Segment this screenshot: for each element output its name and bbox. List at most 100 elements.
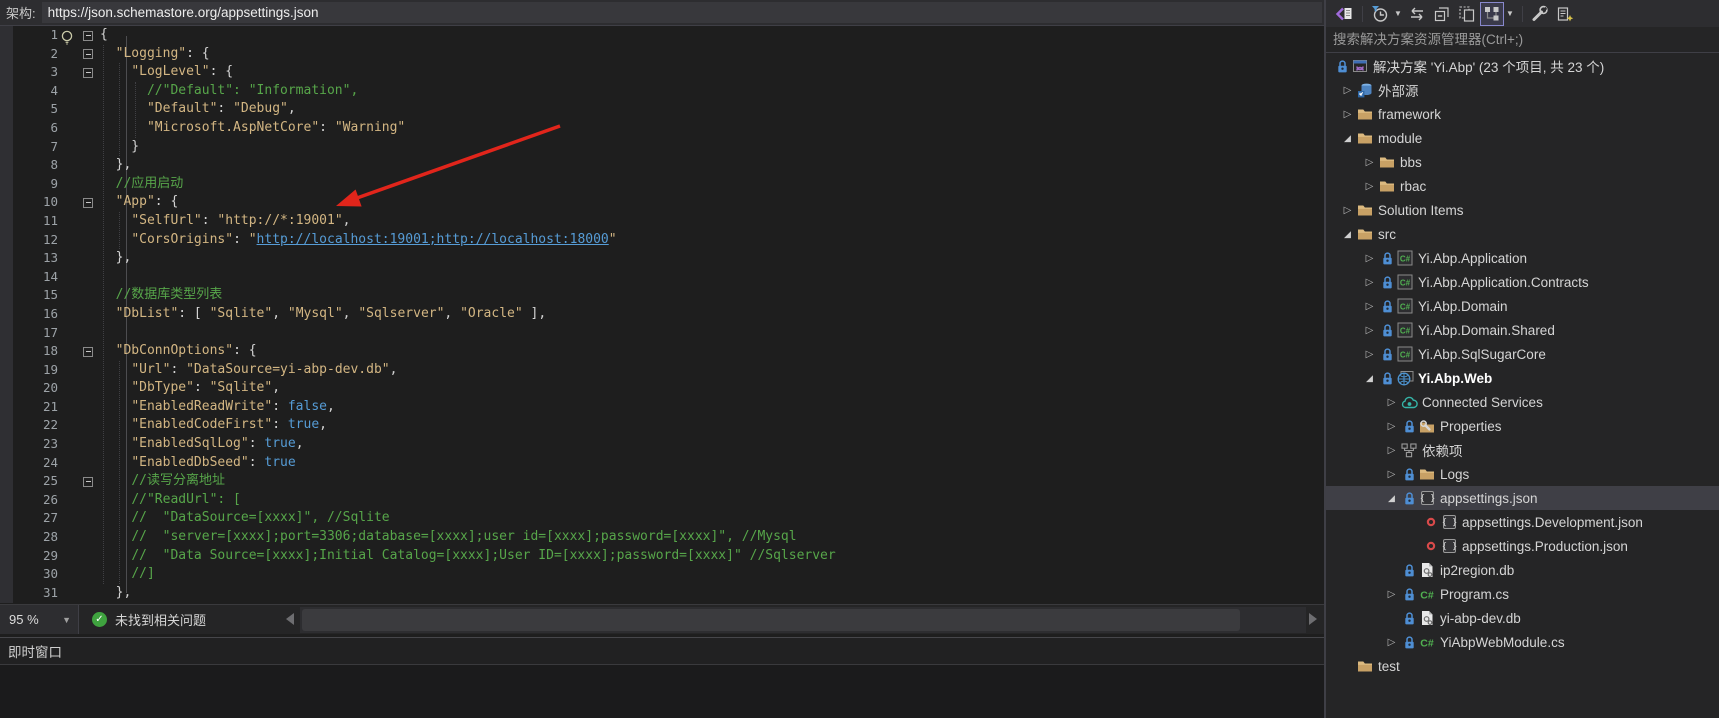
tree-item[interactable]: ▷Solution Items xyxy=(1326,198,1719,222)
tree-item[interactable]: { }appsettings.Development.json xyxy=(1326,510,1719,534)
tree-item-label: Properties xyxy=(1440,419,1502,434)
expand-arrow-icon[interactable]: ▷ xyxy=(1361,181,1378,192)
tree-item[interactable]: 解决方案 'Yi.Abp' (23 个项目, 共 23 个) xyxy=(1326,54,1719,78)
file-nesting-button[interactable] xyxy=(1480,2,1504,26)
tree-item[interactable]: { }appsettings.Production.json xyxy=(1326,534,1719,558)
show-all-files-icon xyxy=(1458,5,1476,23)
code-token xyxy=(100,510,131,525)
tree-item[interactable]: ◢module xyxy=(1326,126,1719,150)
expand-arrow-icon[interactable]: ▷ xyxy=(1383,637,1400,648)
code-token: "EnabledSqlLog" xyxy=(131,436,248,451)
dbfile-icon xyxy=(1418,562,1436,578)
properties-button[interactable] xyxy=(1528,2,1552,26)
dot-icon xyxy=(1422,514,1440,530)
svg-text:C#: C# xyxy=(1400,279,1411,288)
pending-changes-filter-button[interactable] xyxy=(1368,2,1392,26)
code-token: "Microsoft.AspNetCore" xyxy=(147,120,319,135)
schema-bar: 架构: https://json.schemastore.org/appsett… xyxy=(0,0,1324,26)
tree-item[interactable]: ▷外部源 xyxy=(1326,78,1719,102)
svg-text:C#: C# xyxy=(1420,638,1434,650)
collapse-arrow-icon[interactable]: ◢ xyxy=(1361,373,1378,384)
expand-arrow-icon[interactable]: ▷ xyxy=(1383,589,1400,600)
horizontal-scrollbar[interactable] xyxy=(300,607,1306,633)
tree-item[interactable]: ▷C#Yi.Abp.Domain.Shared xyxy=(1326,318,1719,342)
tree-item[interactable]: ▷C#Program.cs xyxy=(1326,582,1719,606)
expand-arrow-icon[interactable]: ▷ xyxy=(1339,205,1356,216)
expand-arrow-icon[interactable]: ▷ xyxy=(1383,421,1400,432)
hscroll-left-arrow[interactable] xyxy=(286,613,294,625)
code-editor[interactable]: 1234567891011121314151617181920212223242… xyxy=(0,26,1324,603)
hscroll-thumb[interactable] xyxy=(302,609,1240,631)
code-token: : { xyxy=(186,46,209,61)
schema-url-combo[interactable]: https://json.schemastore.org/appsettings… xyxy=(42,2,1322,23)
expand-arrow-icon[interactable]: ▷ xyxy=(1361,325,1378,336)
pending-changes-filter-dropdown[interactable]: ▼ xyxy=(1393,2,1403,26)
tree-item[interactable]: ▷ framework xyxy=(1326,102,1719,126)
tree-item-label: framework xyxy=(1378,107,1441,122)
tree-item[interactable]: ▷C#Yi.Abp.Application.Contracts xyxy=(1326,270,1719,294)
tree-item[interactable]: yi-abp-dev.db xyxy=(1326,606,1719,630)
tree-item[interactable]: ▷依赖项 xyxy=(1326,438,1719,462)
code-token xyxy=(100,566,131,581)
expand-arrow-icon[interactable]: ▷ xyxy=(1361,157,1378,168)
file-nesting-dropdown[interactable]: ▼ xyxy=(1505,2,1515,26)
tree-item[interactable]: ▷Logs xyxy=(1326,462,1719,486)
tree-item[interactable]: ◢src xyxy=(1326,222,1719,246)
code-token: "DbList" xyxy=(116,306,179,321)
expand-arrow-icon[interactable]: ▷ xyxy=(1339,109,1356,120)
tree-item[interactable]: ◢{ }appsettings.json xyxy=(1326,486,1719,510)
tree-item[interactable]: ◢ Yi.Abp.Web xyxy=(1326,366,1719,390)
sync-with-active-document-button[interactable] xyxy=(1405,2,1429,26)
code-token: , xyxy=(288,101,296,116)
tree-item[interactable]: ▷C#Yi.Abp.Application xyxy=(1326,246,1719,270)
show-all-files-button[interactable] xyxy=(1455,2,1479,26)
immediate-window-titlebar[interactable]: 即时窗口 xyxy=(0,638,1324,665)
expand-arrow-icon[interactable]: ▷ xyxy=(1383,445,1400,456)
code-token: "EnabledReadWrite" xyxy=(131,399,272,414)
tree-item[interactable]: ▷ Properties xyxy=(1326,414,1719,438)
tree-item-label: Yi.Abp.Application xyxy=(1418,251,1527,266)
preview-selected-items-icon xyxy=(1556,5,1574,23)
zoom-level-combo[interactable]: 95 % ▼ xyxy=(0,605,79,634)
code-token xyxy=(100,417,131,432)
tree-item-label: Yi.Abp.Web xyxy=(1418,371,1492,386)
expand-arrow-icon[interactable]: ▷ xyxy=(1361,301,1378,312)
expand-arrow-icon[interactable]: ▷ xyxy=(1383,397,1400,408)
collapse-arrow-icon[interactable]: ◢ xyxy=(1339,229,1356,240)
code-token: , xyxy=(327,399,335,414)
code-token: true xyxy=(264,455,295,470)
tree-item[interactable]: ▷C#Yi.Abp.Domain xyxy=(1326,294,1719,318)
tree-item[interactable]: ▷bbs xyxy=(1326,150,1719,174)
expand-arrow-icon[interactable]: ▷ xyxy=(1361,253,1378,264)
expand-arrow-icon[interactable]: ▷ xyxy=(1361,277,1378,288)
search-input[interactable] xyxy=(1326,28,1719,52)
document-health-indicator[interactable]: ✓ 未找到相关问题 xyxy=(92,605,206,634)
switch-views-button[interactable] xyxy=(1332,2,1356,26)
expand-arrow-icon[interactable]: ▷ xyxy=(1339,85,1356,96)
tree-item[interactable]: ▷C#Yi.Abp.SqlSugarCore xyxy=(1326,342,1719,366)
code-token xyxy=(100,362,131,377)
expand-arrow-icon[interactable]: ▷ xyxy=(1383,469,1400,480)
tree-item[interactable]: ip2region.db xyxy=(1326,558,1719,582)
lock-icon xyxy=(1400,466,1418,482)
code-token: "SelfUrl" xyxy=(131,213,201,228)
preview-selected-items-button[interactable] xyxy=(1553,2,1577,26)
code-line: { xyxy=(0,26,1324,45)
code-token: false xyxy=(288,399,327,414)
tree-item[interactable]: ▷ rbac xyxy=(1326,174,1719,198)
collapse-arrow-icon[interactable]: ◢ xyxy=(1383,493,1400,504)
hscroll-right-arrow[interactable] xyxy=(1309,613,1317,625)
code-token: //数据库类型列表 xyxy=(116,287,223,302)
collapse-arrow-icon[interactable]: ◢ xyxy=(1339,133,1356,144)
code-token: "App" xyxy=(116,194,155,209)
tree-item-label: rbac xyxy=(1400,179,1426,194)
expand-arrow-icon[interactable]: ▷ xyxy=(1361,349,1378,360)
quick-actions-lightbulb-icon[interactable] xyxy=(58,29,76,47)
tree-item[interactable]: ▷C#YiAbpWebModule.cs xyxy=(1326,630,1719,654)
tree-item[interactable]: test xyxy=(1326,654,1719,678)
code-token: "DbType" xyxy=(131,380,194,395)
tree-item[interactable]: ▷Connected Services xyxy=(1326,390,1719,414)
collapse-all-button[interactable] xyxy=(1430,2,1454,26)
zoom-level-value: 95 % xyxy=(0,612,62,627)
code-line: }, xyxy=(0,584,1324,603)
